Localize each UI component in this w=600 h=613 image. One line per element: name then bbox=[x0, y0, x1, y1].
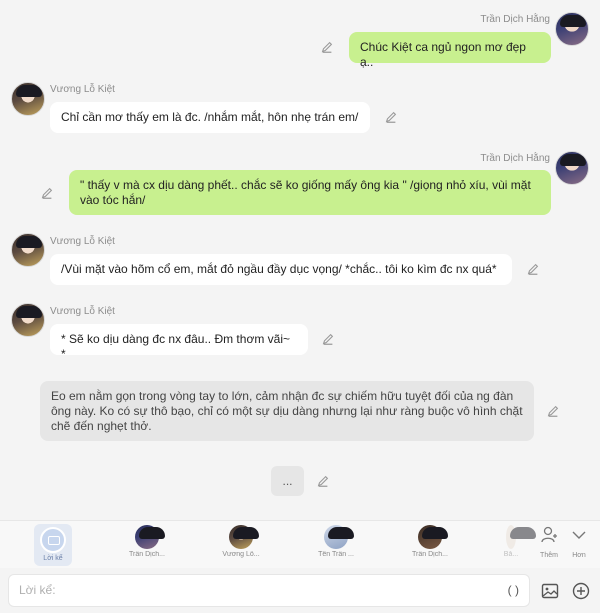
edit-pencil-icon[interactable] bbox=[40, 186, 54, 200]
character-item[interactable]: Trần Dịch... bbox=[405, 523, 455, 558]
chat-area: Trần Dịch Hằng Chúc Kiệt ca ngủ ngon mơ … bbox=[0, 0, 600, 520]
avatar bbox=[229, 525, 253, 549]
character-narrator-button[interactable]: Lời kể bbox=[34, 524, 72, 566]
speaker-name: Trần Dịch Hằng bbox=[480, 153, 550, 164]
edit-pencil-icon[interactable] bbox=[546, 404, 560, 418]
add-button[interactable] bbox=[572, 582, 590, 600]
avatar[interactable] bbox=[11, 303, 45, 337]
add-user-icon bbox=[541, 526, 557, 543]
character-item[interactable]: Bă... bbox=[500, 523, 522, 558]
avatar[interactable] bbox=[555, 12, 589, 46]
character-label: Bă... bbox=[503, 551, 519, 558]
character-label: Trần Dịch... bbox=[412, 551, 448, 558]
avatar[interactable] bbox=[11, 82, 45, 116]
speaker-name: Vương Lỗ Kiệt bbox=[50, 236, 115, 247]
character-label: Trần Dịch... bbox=[129, 551, 165, 558]
narration-icon bbox=[40, 527, 66, 553]
edit-pencil-icon[interactable] bbox=[316, 474, 330, 488]
avatar bbox=[506, 525, 516, 549]
plus-circle-icon bbox=[572, 582, 590, 600]
message-bubble[interactable]: Chỉ cần mơ thấy em là đc. /nhắm mắt, hôn… bbox=[50, 102, 370, 133]
edit-pencil-icon[interactable] bbox=[384, 110, 398, 124]
narration-bubble[interactable]: Eo em nằm gọn trong vòng tay to lớn, cảm… bbox=[40, 381, 534, 441]
edit-pencil-icon[interactable] bbox=[320, 40, 334, 54]
avatar[interactable] bbox=[11, 233, 45, 267]
avatar bbox=[418, 525, 442, 549]
input-bar: Lời kể: ( ) bbox=[0, 568, 600, 613]
input-placeholder: Lời kể: bbox=[19, 583, 56, 597]
message-input[interactable]: Lời kể: ( ) bbox=[8, 574, 530, 607]
speaker-name: Trần Dịch Hằng bbox=[480, 14, 550, 25]
speaker-name: Vương Lỗ Kiệt bbox=[50, 306, 115, 317]
message-bubble[interactable]: Chúc Kiệt ca ngủ ngon mơ đẹp ạ.. bbox=[349, 32, 551, 69]
typing-indicator: ... bbox=[271, 466, 304, 496]
character-item[interactable]: Trần Dịch... bbox=[122, 523, 172, 558]
edit-pencil-icon[interactable] bbox=[526, 262, 540, 276]
message-bubble[interactable]: " thấy v mà cx dịu dàng phết.. chắc sẽ k… bbox=[69, 170, 551, 215]
character-bar: Lời kể Trần Dịch... Vương Lỗ... Tên Trần… bbox=[0, 520, 600, 568]
add-character-button[interactable]: Thêm bbox=[535, 525, 563, 559]
character-label: Tên Trần ... bbox=[318, 551, 354, 558]
character-label: Vương Lỗ... bbox=[222, 551, 260, 558]
action-paren-button[interactable]: ( ) bbox=[508, 575, 519, 606]
avatar bbox=[135, 525, 159, 549]
more-button[interactable]: Hơn bbox=[565, 525, 593, 559]
edit-pencil-icon[interactable] bbox=[321, 332, 335, 346]
chevron-down-icon bbox=[572, 531, 586, 539]
speaker-name: Vương Lỗ Kiệt bbox=[50, 84, 115, 95]
image-icon bbox=[541, 583, 559, 599]
add-label: Thêm bbox=[540, 552, 558, 559]
character-item[interactable]: Vương Lỗ... bbox=[216, 523, 266, 558]
message-bubble[interactable]: /Vùi mặt vào hõm cổ em, mắt đỏ ngầu đầy … bbox=[50, 254, 512, 285]
message-bubble[interactable]: * Sẽ ko dịu dàng đc nx đâu.. Đm thơm vãi… bbox=[50, 324, 308, 361]
character-label: Lời kể bbox=[43, 555, 63, 562]
more-label: Hơn bbox=[572, 552, 586, 559]
avatar[interactable] bbox=[555, 151, 589, 185]
character-item[interactable]: Tên Trần ... bbox=[311, 523, 361, 558]
image-button[interactable] bbox=[541, 582, 559, 600]
avatar bbox=[324, 525, 348, 549]
